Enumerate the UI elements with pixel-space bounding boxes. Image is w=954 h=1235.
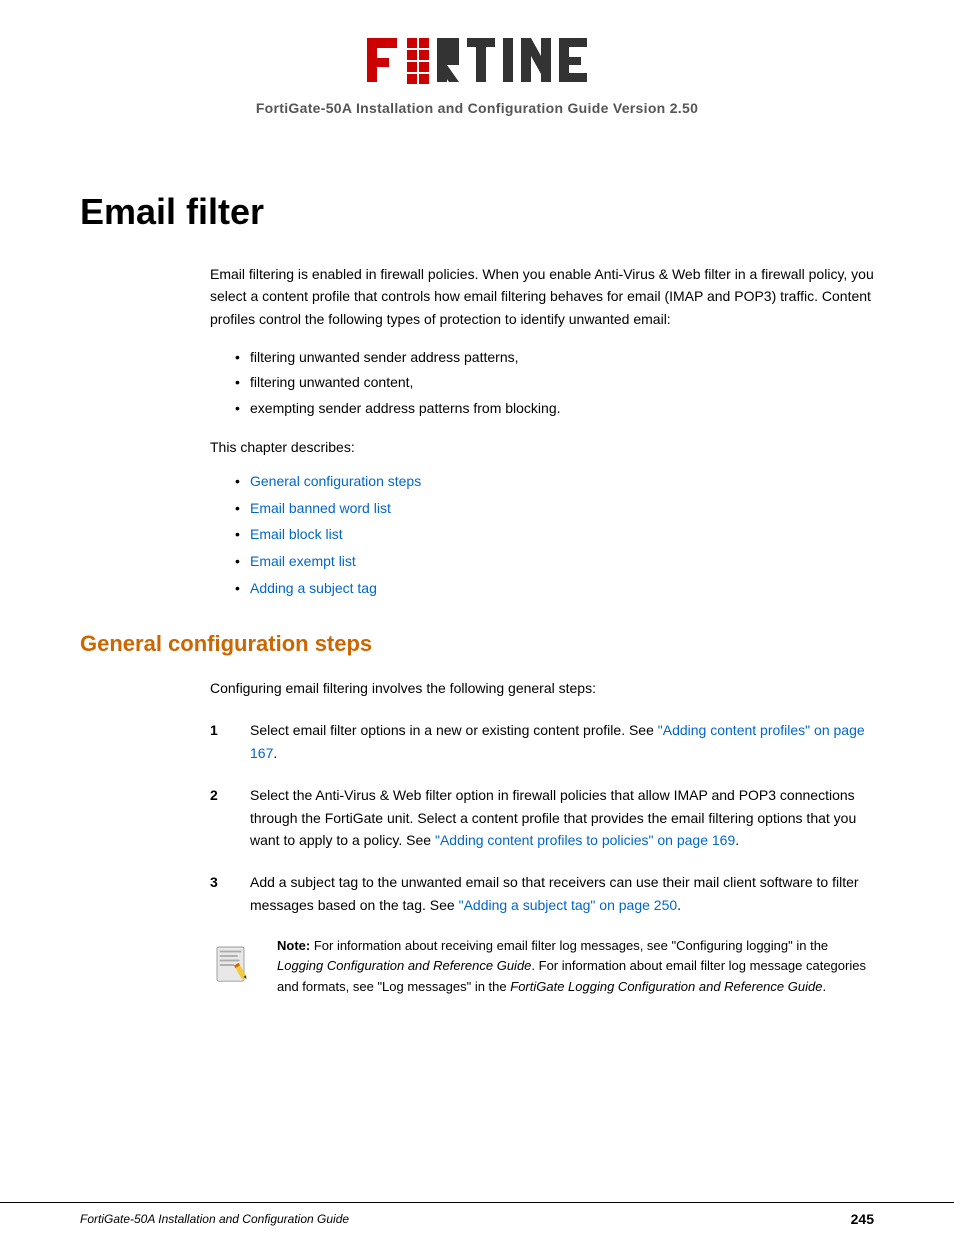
link-item-5[interactable]: Adding a subject tag: [235, 575, 874, 602]
step-number-2: 2: [210, 784, 240, 851]
numbered-steps-list: 1 Select email filter options in a new o…: [210, 719, 874, 916]
step-1-text-before: Select email filter options in a new or …: [250, 722, 658, 738]
link-item-3[interactable]: Email block list: [235, 521, 874, 548]
note-pencil-icon: [210, 938, 260, 983]
header: ™ FortiGate-50A Installation and Configu…: [0, 0, 954, 131]
note-italic-1: Logging Configuration and Reference Guid…: [277, 958, 531, 973]
note-text-1: For information about receiving email fi…: [310, 938, 828, 953]
step-number-1: 1: [210, 719, 240, 764]
step-intro: Configuring email filtering involves the…: [210, 677, 874, 699]
footer-page-number: 245: [851, 1211, 874, 1227]
step-1-text-after: .: [273, 745, 277, 761]
step-1-content: Select email filter options in a new or …: [250, 719, 874, 764]
step-2-content: Select the Anti-Virus & Web filter optio…: [250, 784, 874, 851]
fortinet-logo-svg: ™: [367, 30, 587, 90]
note-italic-2: FortiGate Logging Configuration and Refe…: [510, 979, 822, 994]
step-2-link[interactable]: "Adding content profiles to policies" on…: [435, 832, 735, 848]
link-item-2[interactable]: Email banned word list: [235, 495, 874, 522]
link-item-4[interactable]: Email exempt list: [235, 548, 874, 575]
note-icon: [210, 938, 265, 986]
protection-bullets: filtering unwanted sender address patter…: [235, 345, 874, 421]
step-2: 2 Select the Anti-Virus & Web filter opt…: [210, 784, 874, 851]
note-block: Note: For information about receiving em…: [210, 936, 874, 996]
steps-block: Configuring email filtering involves the…: [210, 677, 874, 916]
bullet-item-3: exempting sender address patterns from b…: [235, 396, 874, 421]
bullet-item-2: filtering unwanted content,: [235, 370, 874, 395]
page-title: Email filter: [80, 191, 874, 233]
chapter-links: General configuration steps Email banned…: [235, 468, 874, 601]
logo-container: ™: [0, 30, 954, 90]
link-subject-tag[interactable]: Adding a subject tag: [250, 580, 377, 596]
step-3-text-after: .: [677, 897, 681, 913]
step-3-link[interactable]: "Adding a subject tag" on page 250: [459, 897, 678, 913]
page: ™ FortiGate-50A Installation and Configu…: [0, 0, 954, 1235]
step-2-text-after: .: [735, 832, 739, 848]
link-banned-word[interactable]: Email banned word list: [250, 500, 391, 516]
section-heading: General configuration steps: [80, 631, 874, 657]
subtitle: FortiGate-50A Installation and Configura…: [0, 100, 954, 116]
link-block-list[interactable]: Email block list: [250, 526, 343, 542]
note-bold: Note:: [277, 938, 310, 953]
svg-text:™: ™: [577, 37, 585, 46]
step-number-3: 3: [210, 871, 240, 916]
bullet-item-1: filtering unwanted sender address patter…: [235, 345, 874, 370]
step-1: 1 Select email filter options in a new o…: [210, 719, 874, 764]
chapter-intro: This chapter describes:: [210, 436, 874, 458]
note-text-3: .: [822, 979, 826, 994]
footer: FortiGate-50A Installation and Configura…: [0, 1202, 954, 1235]
link-exempt-list[interactable]: Email exempt list: [250, 553, 356, 569]
link-item-1[interactable]: General configuration steps: [235, 468, 874, 495]
step-3-content: Add a subject tag to the unwanted email …: [250, 871, 874, 916]
link-general-config[interactable]: General configuration steps: [250, 473, 421, 489]
note-text-content: Note: For information about receiving em…: [277, 936, 874, 996]
intro-paragraph: Email filtering is enabled in firewall p…: [210, 263, 874, 330]
footer-left-text: FortiGate-50A Installation and Configura…: [80, 1212, 349, 1226]
content-area: Email filter Email filtering is enabled …: [0, 131, 954, 1057]
step-3: 3 Add a subject tag to the unwanted emai…: [210, 871, 874, 916]
